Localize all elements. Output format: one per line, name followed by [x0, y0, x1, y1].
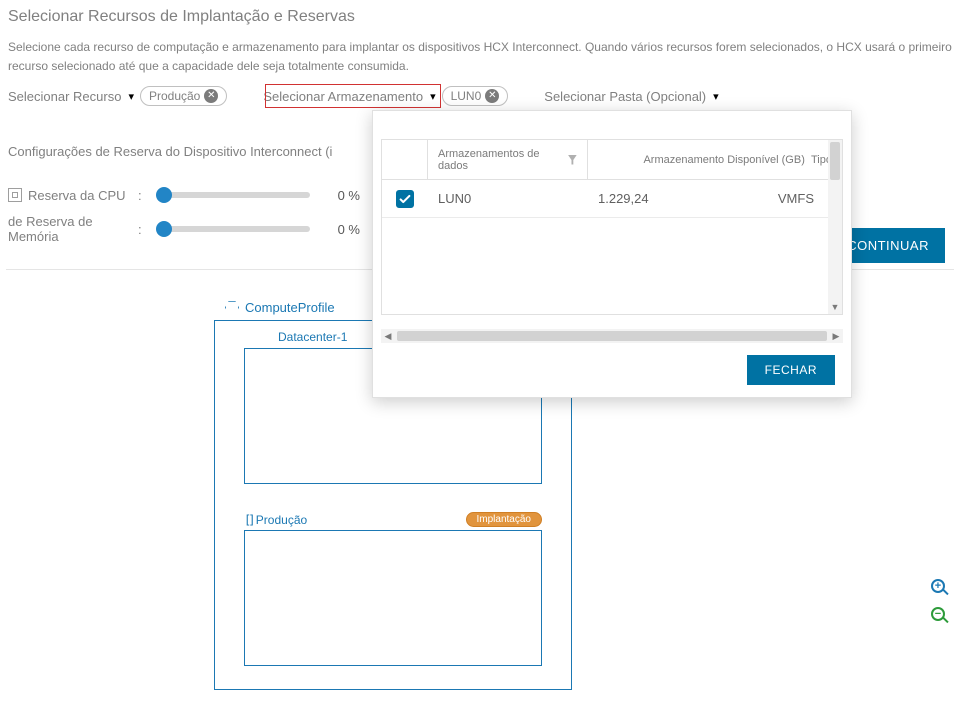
storage-popover: Armazenamentos de dados Armazenamento Di…: [372, 110, 852, 398]
scroll-left-icon[interactable]: ◀: [381, 331, 395, 342]
select-resource-label: Selecionar Recurso: [8, 89, 121, 104]
table-header-row: Armazenamentos de dados Armazenamento Di…: [382, 140, 842, 180]
zoom-in-icon: +: [931, 579, 945, 593]
memory-reservation-row: de Reserva de Memória : 0 %: [8, 218, 360, 240]
cluster-label: [] Produção: [244, 513, 307, 527]
zoom-out-icon: −: [931, 607, 945, 621]
close-button[interactable]: FECHAR: [747, 355, 835, 385]
scroll-down-icon[interactable]: ▼: [828, 300, 842, 314]
storage-table: Armazenamentos de dados Armazenamento Di…: [381, 139, 843, 315]
cpu-icon: [8, 188, 22, 202]
select-resource[interactable]: Selecionar Recurso ▾ Produção ✕: [8, 86, 227, 106]
filter-icon[interactable]: [568, 155, 577, 165]
column-available[interactable]: Armazenamento Disponível (GB) Tipo: [588, 140, 842, 179]
memory-reservation-value: 0 %: [320, 222, 360, 237]
storage-highlight-box: [265, 84, 441, 108]
resource-chip-label: Produção: [149, 89, 200, 103]
column-name[interactable]: Armazenamentos de dados: [428, 140, 588, 179]
vertical-scrollbar[interactable]: ▲ ▼: [828, 140, 842, 314]
slider-knob[interactable]: [156, 221, 172, 237]
select-folder-label: Selecionar Pasta (Opcional): [544, 89, 706, 104]
remove-chip-icon[interactable]: ✕: [204, 89, 218, 103]
storage-chip-label: LUN0: [451, 89, 482, 103]
compute-profile-title: ComputeProfile: [225, 300, 335, 315]
memory-reservation-slider[interactable]: [160, 226, 310, 232]
page-title: Selecionar Recursos de Implantação e Res…: [8, 8, 355, 26]
cpu-reservation-slider[interactable]: [160, 192, 310, 198]
cell-name: LUN0: [428, 191, 588, 206]
zoom-in-button[interactable]: +: [926, 574, 950, 598]
table-row[interactable]: LUN0 1.229,24 VMFS: [382, 180, 842, 218]
datacenter-label: Datacenter-1: [278, 330, 347, 344]
cpu-reservation-row: Reserva da CPU : 0 %: [8, 184, 360, 206]
chevron-down-icon: ▾: [128, 90, 134, 103]
select-folder[interactable]: Selecionar Pasta (Opcional) ▾: [544, 89, 718, 104]
scroll-thumb[interactable]: [830, 142, 840, 180]
memory-reservation-label: de Reserva de Memória: [8, 214, 138, 244]
deployment-tag: Implantação: [466, 512, 542, 527]
cell-available: 1.229,24: [588, 191, 698, 206]
zoom-out-button[interactable]: −: [926, 602, 950, 626]
compute-profile-label: ComputeProfile: [245, 300, 335, 315]
column-checkbox: [382, 140, 428, 179]
scroll-right-icon[interactable]: ▶: [829, 331, 843, 342]
cell-type: VMFS: [698, 191, 842, 206]
remove-chip-icon[interactable]: ✕: [485, 89, 499, 103]
resource-chip[interactable]: Produção ✕: [140, 86, 227, 106]
cluster-box: [244, 530, 542, 666]
storage-chip[interactable]: LUN0 ✕: [442, 86, 509, 106]
cpu-reservation-label: Reserva da CPU: [28, 188, 126, 203]
cpu-reservation-value: 0 %: [320, 188, 360, 203]
check-icon: [398, 192, 412, 206]
page-description: Selecione cada recurso de computação e a…: [8, 38, 952, 76]
horizontal-scrollbar[interactable]: ◀ ▶: [381, 329, 843, 343]
chevron-down-icon: ▾: [713, 90, 719, 103]
hexagon-icon: [225, 301, 239, 315]
row-checkbox[interactable]: [396, 190, 414, 208]
reservation-section-title: Configurações de Reserva do Dispositivo …: [8, 144, 332, 159]
slider-knob[interactable]: [156, 187, 172, 203]
scroll-thumb[interactable]: [397, 331, 827, 341]
